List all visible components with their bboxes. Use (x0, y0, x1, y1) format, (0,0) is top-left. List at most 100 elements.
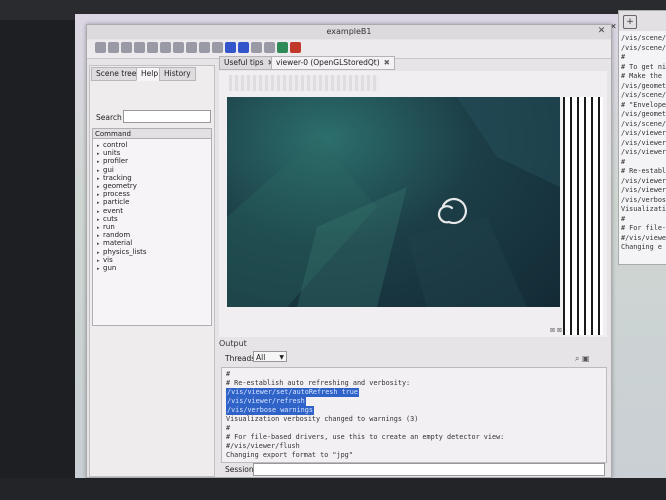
ortho-icon[interactable] (264, 42, 275, 53)
zoom-in-icon[interactable] (160, 42, 171, 53)
command-label: gui (103, 165, 114, 174)
viewer-tabs: Useful tips✖ viewer-0 (OpenGLStoredQt) ✖ (217, 56, 607, 70)
command-label: run (103, 223, 115, 231)
bg-shape (457, 97, 560, 187)
main-window: exampleB1 ✕ Scene tree Help History Sear… (86, 24, 612, 478)
stop-icon[interactable] (290, 42, 301, 53)
output-line: # Re-establish auto refreshing and verbo… (226, 379, 411, 387)
terminal-window[interactable]: + /vis/scene//vis/scene/# # To get ni # Ma… (618, 10, 666, 265)
dock-tabs: Scene tree Help History (90, 66, 214, 81)
tab-useful-tips[interactable]: Useful tips✖ (219, 56, 279, 70)
terminal-line: /vis/geomet (621, 110, 666, 118)
output-line: # (226, 424, 231, 432)
command-label: gun (103, 264, 117, 272)
surface-icon[interactable] (199, 42, 210, 53)
run-icon[interactable] (277, 42, 288, 53)
canvas-corner-icons[interactable]: ⊠ ⊠ (550, 327, 562, 334)
terminal-line: # Make the (621, 72, 662, 80)
command-label: particle (103, 198, 130, 207)
canvas-scene (227, 97, 560, 307)
terminal-line: Visualizatio (621, 205, 666, 213)
terminal-line: # (621, 53, 626, 61)
terminal-line: /vis/geomet (621, 81, 666, 90)
command-label: units (103, 149, 121, 158)
terminal-line: Changing e (621, 243, 662, 251)
window-title: exampleB1 (326, 27, 372, 36)
open-icon[interactable] (95, 42, 106, 53)
tab-label: Useful tips (224, 58, 264, 67)
terminal-line: # "Envelope (621, 100, 666, 109)
output-line: Changing export format to "jpg" (226, 451, 353, 459)
tab-label: viewer-0 (OpenGLStoredQt) (276, 58, 380, 67)
terminal-line: # (621, 214, 626, 223)
title-bar: exampleB1 (87, 25, 611, 39)
terminal-line: /vis/scene/ (621, 34, 666, 42)
terminal-line: /vis/verbos (621, 195, 666, 204)
command-item[interactable]: ▸ gun (97, 264, 116, 273)
terminal-line: # (621, 157, 626, 166)
opengl-canvas[interactable] (227, 97, 560, 307)
command-header: Command (93, 129, 211, 139)
output-text[interactable]: # # Re-establish auto refreshing and verb… (221, 367, 607, 463)
close-icon[interactable]: ✖ (384, 58, 390, 67)
terminal-line: # To get ni (621, 62, 666, 71)
scroll-stripes (563, 97, 603, 335)
left-dock: Scene tree Help History Search : Command… (89, 65, 215, 477)
command-label: vis (103, 255, 113, 264)
command-label: tracking (103, 173, 132, 182)
chevron-down-icon: ▼ (279, 354, 284, 361)
command-label: event (103, 206, 123, 215)
tab-scene-tree[interactable]: Scene tree (91, 67, 142, 81)
output-title: Output (219, 339, 247, 348)
search-icon[interactable]: ⌕ (575, 354, 579, 363)
tab-history[interactable]: History (159, 67, 196, 81)
output-toolbar-icons[interactable]: ⌕ ▣ (575, 354, 590, 364)
tab-viewer-0[interactable]: viewer-0 (OpenGLStoredQt) ✖ (271, 56, 395, 70)
command-label: profiler (103, 157, 128, 166)
command-label: control (103, 141, 128, 149)
threads-value: All (256, 353, 266, 362)
terminal-line: # For file- (621, 224, 666, 232)
terminal-line: /vis/scene/ (621, 91, 666, 99)
terminal-line: # Re-establ (621, 167, 666, 175)
rotate-icon[interactable] (186, 42, 197, 53)
move-icon[interactable] (134, 42, 145, 53)
terminal-line: /vis/scene/ (621, 43, 666, 52)
threads-select[interactable]: All ▼ (253, 351, 287, 362)
command-label: geometry (103, 182, 137, 190)
gear-icon[interactable] (121, 42, 132, 53)
command-label: physics_lists (103, 247, 147, 256)
monitor-bezel-bottom (0, 478, 666, 500)
output-line: # (226, 370, 231, 378)
terminal-line: /vis/viewer (621, 138, 666, 147)
terminal-line: /vis/viewer (621, 148, 666, 156)
command-label: cuts (103, 214, 118, 223)
output-line: # For file-based drivers, use this to cr… (226, 433, 505, 441)
hidden-line-icon[interactable] (212, 42, 223, 53)
save-icon[interactable]: ▣ (582, 354, 590, 363)
output-line: /vis/verbose warnings (226, 406, 314, 415)
terminal-line: #/vis/viewer (621, 233, 666, 242)
search-input[interactable] (123, 110, 211, 123)
output-line: /vis/viewer/refresh (226, 397, 306, 406)
terminal-line: /vis/scene/ (621, 119, 666, 128)
output-line: /vis/viewer/set/autoRefresh true (226, 388, 359, 397)
command-label: material (103, 239, 133, 248)
perspective-icon[interactable] (251, 42, 262, 53)
crosshair-icon[interactable] (147, 42, 158, 53)
new-tab-icon[interactable]: + (623, 15, 637, 29)
debian-logo-icon (437, 197, 467, 225)
command-label: process (103, 190, 130, 199)
viewer-ghost-toolbar (229, 75, 379, 91)
session-input[interactable] (253, 463, 605, 476)
terminal-line: /vis/viewer (621, 176, 666, 185)
wireframe-icon[interactable] (225, 42, 236, 53)
output-line: Visualization verbosity changed to warni… (226, 415, 419, 423)
window-close-icon[interactable]: ✕ (596, 26, 607, 37)
command-label: random (103, 231, 131, 240)
solid-icon[interactable] (238, 42, 249, 53)
command-tree[interactable]: Command ▸ control ▸ units ▸ profiler ▸ gui ▸ trac… (92, 128, 212, 326)
zoom-out-icon[interactable] (173, 42, 184, 53)
save-icon[interactable] (108, 42, 119, 53)
bg-shape (407, 217, 527, 307)
